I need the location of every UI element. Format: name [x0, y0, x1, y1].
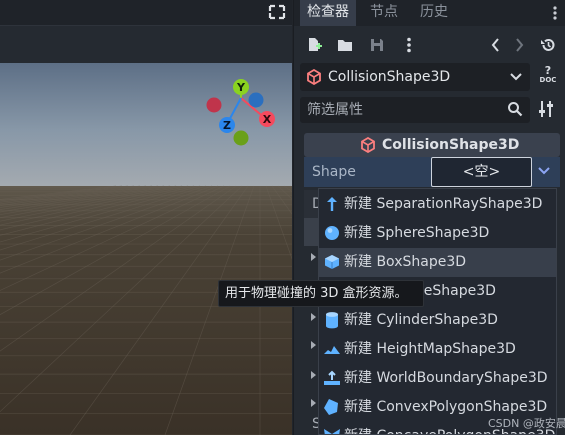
- heightmap-icon: [324, 346, 340, 354]
- new-resource-icon: [309, 38, 322, 51]
- cylinder-icon: [326, 312, 338, 329]
- tooltip-text: 用于物理碰撞的 3D 盒形资源。: [225, 286, 408, 301]
- menu-item-new-world-boundary-shape[interactable]: 新建 WorldBoundaryShape3D: [319, 364, 556, 393]
- viewport-scene[interactable]: Y X Z: [0, 63, 292, 435]
- doc-label: DOC: [539, 76, 557, 84]
- menu-item-label: 新建 BoxShape3D: [344, 254, 467, 270]
- shape-property-name: Shape: [312, 164, 356, 180]
- separation-ray-icon: [327, 197, 337, 211]
- inspector-toolbar: [294, 30, 565, 60]
- object-menu-button[interactable]: [398, 34, 420, 56]
- chevron-down-icon[interactable]: [538, 164, 550, 178]
- filter-properties-field[interactable]: 筛选属性: [300, 97, 530, 123]
- tab-inspector[interactable]: 检查器: [300, 0, 356, 26]
- chevron-right-icon[interactable]: [310, 252, 318, 262]
- collision-shape-icon: [307, 69, 321, 85]
- search-icon: [508, 102, 523, 117]
- gizmo-z-label: Z: [223, 119, 231, 132]
- class-section-title: CollisionShape3D: [382, 137, 520, 153]
- new-resource-button[interactable]: [303, 34, 325, 56]
- menu-item-new-cylinder-shape[interactable]: 新建 CylinderShape3D: [319, 306, 556, 335]
- kebab-icon: [407, 37, 411, 53]
- watermark: CSDN @政安晨: [488, 417, 565, 430]
- new-shape-popup-menu: 新建 SeparationRayShape3D 新建 SphereShape3D…: [318, 188, 557, 435]
- menu-item-label: 新建 WorldBoundaryShape3D: [344, 370, 548, 386]
- load-resource-button[interactable]: [334, 34, 356, 56]
- recent-history-button[interactable]: [537, 34, 559, 56]
- fullscreen-icon[interactable]: [267, 3, 287, 21]
- menu-item-new-heightmap-shape[interactable]: 新建 HeightMapShape3D: [319, 335, 556, 364]
- save-icon: [371, 39, 383, 51]
- chevron-down-icon: [510, 73, 522, 81]
- chevron-right-icon[interactable]: [310, 398, 318, 408]
- sphere-icon: [325, 226, 339, 240]
- folder-icon: [338, 40, 352, 51]
- class-section-header[interactable]: CollisionShape3D: [304, 133, 560, 157]
- menu-item-label: 新建 SeparationRayShape3D: [344, 196, 543, 212]
- edited-object-selector[interactable]: CollisionShape3D: [300, 63, 530, 91]
- shape-resource-picker[interactable]: <空>: [431, 157, 532, 187]
- history-icon: [541, 38, 555, 51]
- inspector-settings-icon[interactable]: [538, 100, 554, 118]
- collision-shape-icon: [361, 137, 375, 153]
- chevron-left-icon: [491, 38, 499, 52]
- box-icon: [325, 255, 339, 269]
- edited-object-label: CollisionShape3D: [328, 69, 451, 85]
- world-boundary-icon: [324, 370, 340, 385]
- chevron-right-icon[interactable]: [310, 370, 318, 380]
- dock-tabs: 检查器 节点 历史: [294, 0, 565, 26]
- convex-polygon-icon: [324, 399, 338, 415]
- menu-item-label: 新建 SphereShape3D: [344, 225, 490, 241]
- viewport-toolbar: [0, 25, 292, 63]
- box-shape-tooltip: 用于物理碰撞的 3D 盒形资源。: [218, 280, 424, 307]
- 3d-viewport[interactable]: Y X Z: [0, 0, 292, 435]
- viewport-topbar: [0, 0, 292, 25]
- filter-placeholder: 筛选属性: [307, 102, 363, 118]
- save-resource-button[interactable]: [366, 34, 388, 56]
- chevron-right-icon: [516, 38, 524, 52]
- menu-item-label: 新建 CylinderShape3D: [344, 312, 498, 328]
- gizmo-x-label: X: [263, 113, 272, 126]
- open-documentation-button[interactable]: ? DOC: [536, 64, 560, 90]
- menu-item-new-separation-ray-shape[interactable]: 新建 SeparationRayShape3D: [319, 190, 556, 219]
- chevron-right-icon[interactable]: [310, 312, 318, 322]
- menu-item-label: 新建 HeightMapShape3D: [344, 341, 516, 357]
- history-forward-button[interactable]: [508, 34, 530, 56]
- gizmo-y-label: Y: [236, 81, 246, 94]
- tab-node[interactable]: 节点: [363, 0, 405, 26]
- dock-menu-icon[interactable]: [548, 5, 562, 21]
- menu-item-new-sphere-shape[interactable]: 新建 SphereShape3D: [319, 219, 556, 248]
- concave-polygon-icon: [324, 429, 340, 434]
- tab-history[interactable]: 历史: [413, 0, 455, 26]
- chevron-right-icon[interactable]: [310, 340, 318, 350]
- history-back-button[interactable]: [485, 34, 507, 56]
- menu-item-new-box-shape[interactable]: 新建 BoxShape3D: [319, 248, 556, 277]
